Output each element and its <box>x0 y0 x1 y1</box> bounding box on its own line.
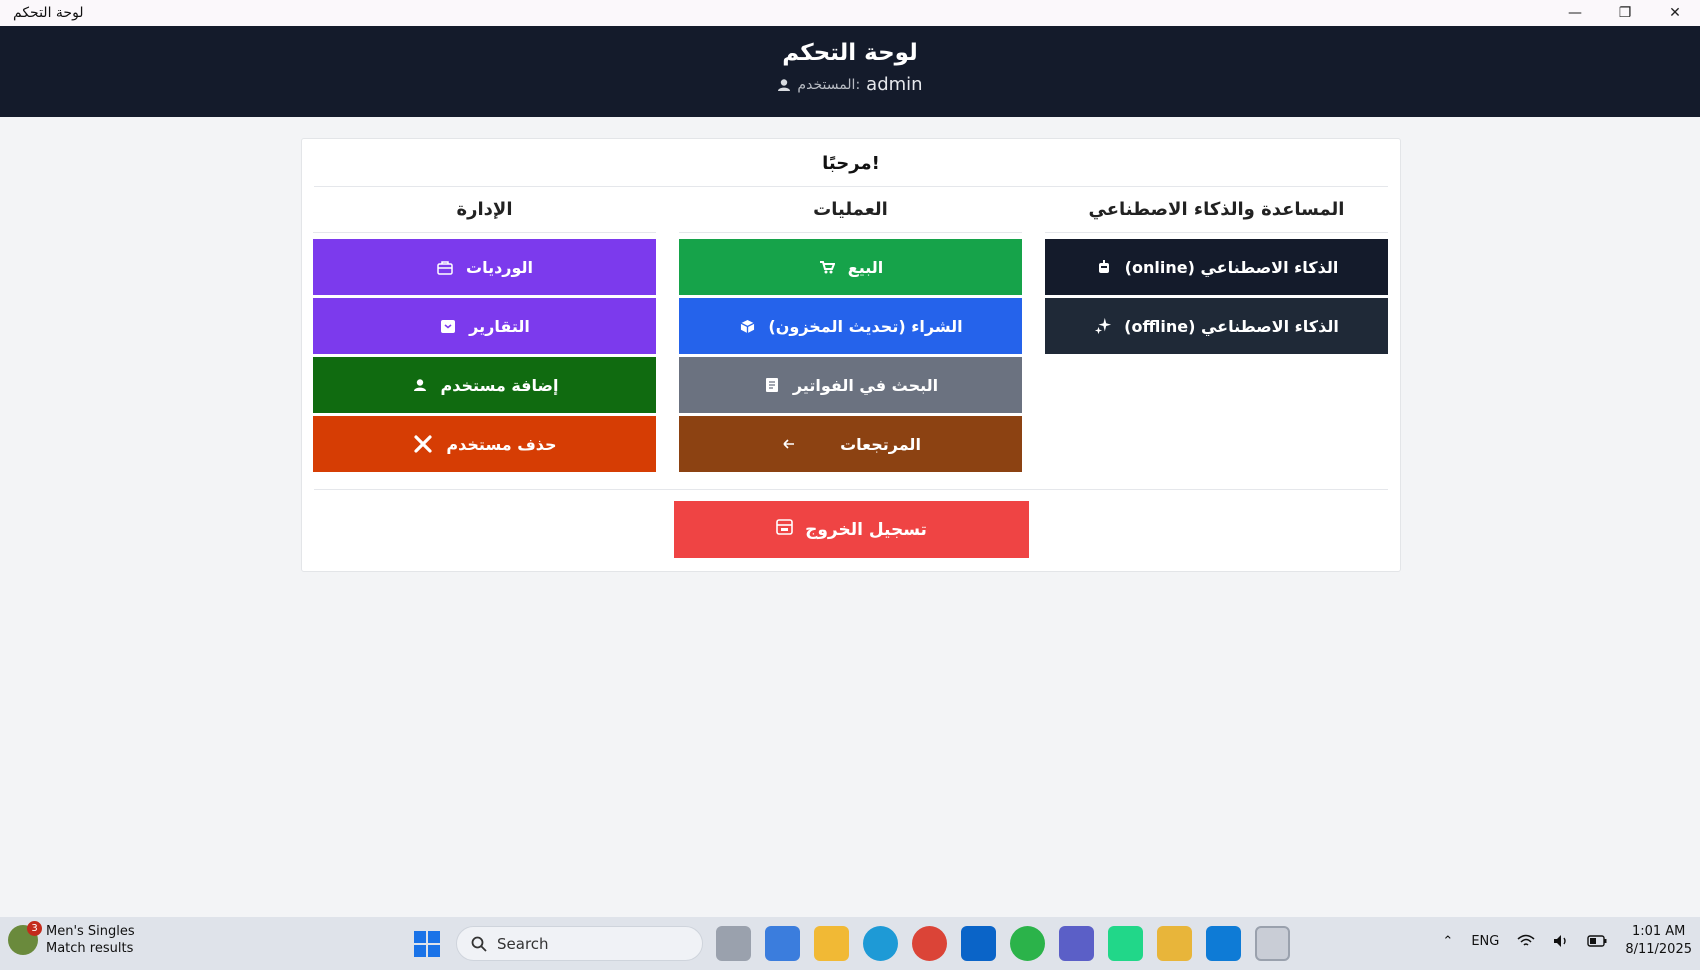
button-label: البحث في الفواتير <box>792 375 939 395</box>
button-label: حذف مستخدم <box>446 434 557 454</box>
logout-icon <box>776 519 793 540</box>
invoice-search-button[interactable]: البحث في الفواتير <box>679 357 1022 413</box>
pycharm-icon[interactable] <box>1108 926 1143 961</box>
news-widget[interactable]: 3 Men's Singles Match results <box>8 921 135 957</box>
volume-icon[interactable] <box>1553 934 1569 948</box>
teams-icon[interactable] <box>1059 926 1094 961</box>
minimize-button[interactable]: — <box>1550 0 1600 26</box>
search-placeholder: Search <box>497 934 549 953</box>
page-title: لوحة التحكم <box>782 40 918 66</box>
purchase-button[interactable]: الشراء (تحديث المخزون) <box>679 298 1022 354</box>
logout-button[interactable]: تسجيل الخروج <box>674 501 1029 558</box>
os-taskbar: 3 Men's Singles Match results Search ⌃ E… <box>0 917 1700 970</box>
returns-button[interactable]: المرتجعات <box>679 416 1022 472</box>
close-window-button[interactable]: ✕ <box>1650 0 1700 26</box>
sparkle-icon <box>1094 317 1112 335</box>
language-indicator[interactable]: ENG <box>1471 934 1499 949</box>
ai-column: المساعدة والذكاء الاصطناعي الذكاء الاصطن… <box>1045 199 1388 357</box>
shifts-button[interactable]: الورديات <box>313 239 656 295</box>
ai-offline-button[interactable]: الذكاء الاصطناعي (offline) <box>1045 298 1388 354</box>
sports-icon: 3 <box>8 921 42 955</box>
system-tray: ⌃ ENG 1:01 AM 8/11/2025 <box>1442 923 1692 959</box>
edge-icon[interactable] <box>863 926 898 961</box>
delete-user-button[interactable]: حذف مستخدم <box>313 416 656 472</box>
window-title: لوحة التحكم <box>13 5 84 21</box>
window-controls: — ❐ ✕ <box>1550 0 1700 26</box>
button-label: الذكاء الاصطناعي (offline) <box>1124 316 1339 336</box>
button-label: إضافة مستخدم <box>440 375 559 395</box>
user-icon <box>411 376 429 394</box>
start-button[interactable] <box>414 931 440 957</box>
ledger-icon <box>763 376 781 394</box>
admin-column-title: الإدارة <box>313 199 656 233</box>
operations-column-title: العمليات <box>679 199 1022 233</box>
python-app-icon[interactable] <box>1255 926 1290 961</box>
wifi-icon[interactable] <box>1517 934 1535 948</box>
widget-title: Men's Singles <box>46 924 135 939</box>
cart-icon <box>818 258 836 276</box>
button-label: الذكاء الاصطناعي (online) <box>1124 257 1339 277</box>
battery-icon[interactable] <box>1587 935 1607 947</box>
tools-icon[interactable] <box>1157 926 1192 961</box>
search-icon <box>471 936 487 952</box>
task-view-icon[interactable] <box>716 926 751 961</box>
button-label: التقارير <box>469 316 530 336</box>
ai-column-title: المساعدة والذكاء الاصطناعي <box>1045 199 1388 233</box>
box-icon <box>738 317 756 335</box>
pinned-apps <box>716 926 1290 961</box>
taskbar-search[interactable]: Search <box>456 926 703 961</box>
app-ring-icon[interactable] <box>1010 926 1045 961</box>
button-label: البيع <box>847 257 884 277</box>
robot-icon <box>1095 258 1113 276</box>
chevron-up-icon[interactable]: ⌃ <box>1442 934 1453 949</box>
outlook-icon[interactable] <box>961 926 996 961</box>
welcome-heading: !مرحبًا <box>314 153 1388 187</box>
reports-button[interactable]: التقارير <box>313 298 656 354</box>
file-explorer-icon[interactable] <box>814 926 849 961</box>
maximize-button[interactable]: ❐ <box>1600 0 1650 26</box>
username: admin <box>866 74 923 95</box>
close-icon <box>412 433 434 455</box>
clock[interactable]: 1:01 AM 8/11/2025 <box>1625 923 1692 959</box>
archive-icon <box>439 317 457 335</box>
user-label: المستخدم: <box>797 76 861 93</box>
current-user: المستخدم: admin <box>0 74 1700 95</box>
button-label: المرتجعات <box>840 434 921 454</box>
admin-column: الإدارة الورديات التقارير إضافة مستخدم ح… <box>313 199 656 475</box>
window-titlebar: لوحة التحكم — ❐ ✕ <box>0 0 1700 26</box>
clock-date: 8/11/2025 <box>1625 942 1692 957</box>
store-icon[interactable] <box>765 926 800 961</box>
sales-button[interactable]: البيع <box>679 239 1022 295</box>
ai-online-button[interactable]: الذكاء الاصطناعي (online) <box>1045 239 1388 295</box>
widget-subtitle: Match results <box>46 941 134 956</box>
button-label: الورديات <box>465 257 534 277</box>
clock-time: 1:01 AM <box>1631 924 1686 939</box>
operations-column: العمليات البيع الشراء (تحديث المخزون) ال… <box>679 199 1022 475</box>
logout-label: تسجيل الخروج <box>805 519 927 540</box>
user-icon <box>778 78 791 91</box>
vscode-icon[interactable] <box>1206 926 1241 961</box>
chrome-icon[interactable] <box>912 926 947 961</box>
dashboard-card: !مرحبًا المساعدة والذكاء الاصطناعي الذكا… <box>301 138 1401 572</box>
notification-badge: 3 <box>27 921 42 936</box>
briefcase-icon <box>436 258 454 276</box>
button-label: الشراء (تحديث المخزون) <box>768 316 963 336</box>
return-icon <box>780 435 798 453</box>
divider <box>314 489 1388 490</box>
app-header: لوحة التحكم المستخدم: admin <box>0 26 1700 117</box>
add-user-button[interactable]: إضافة مستخدم <box>313 357 656 413</box>
